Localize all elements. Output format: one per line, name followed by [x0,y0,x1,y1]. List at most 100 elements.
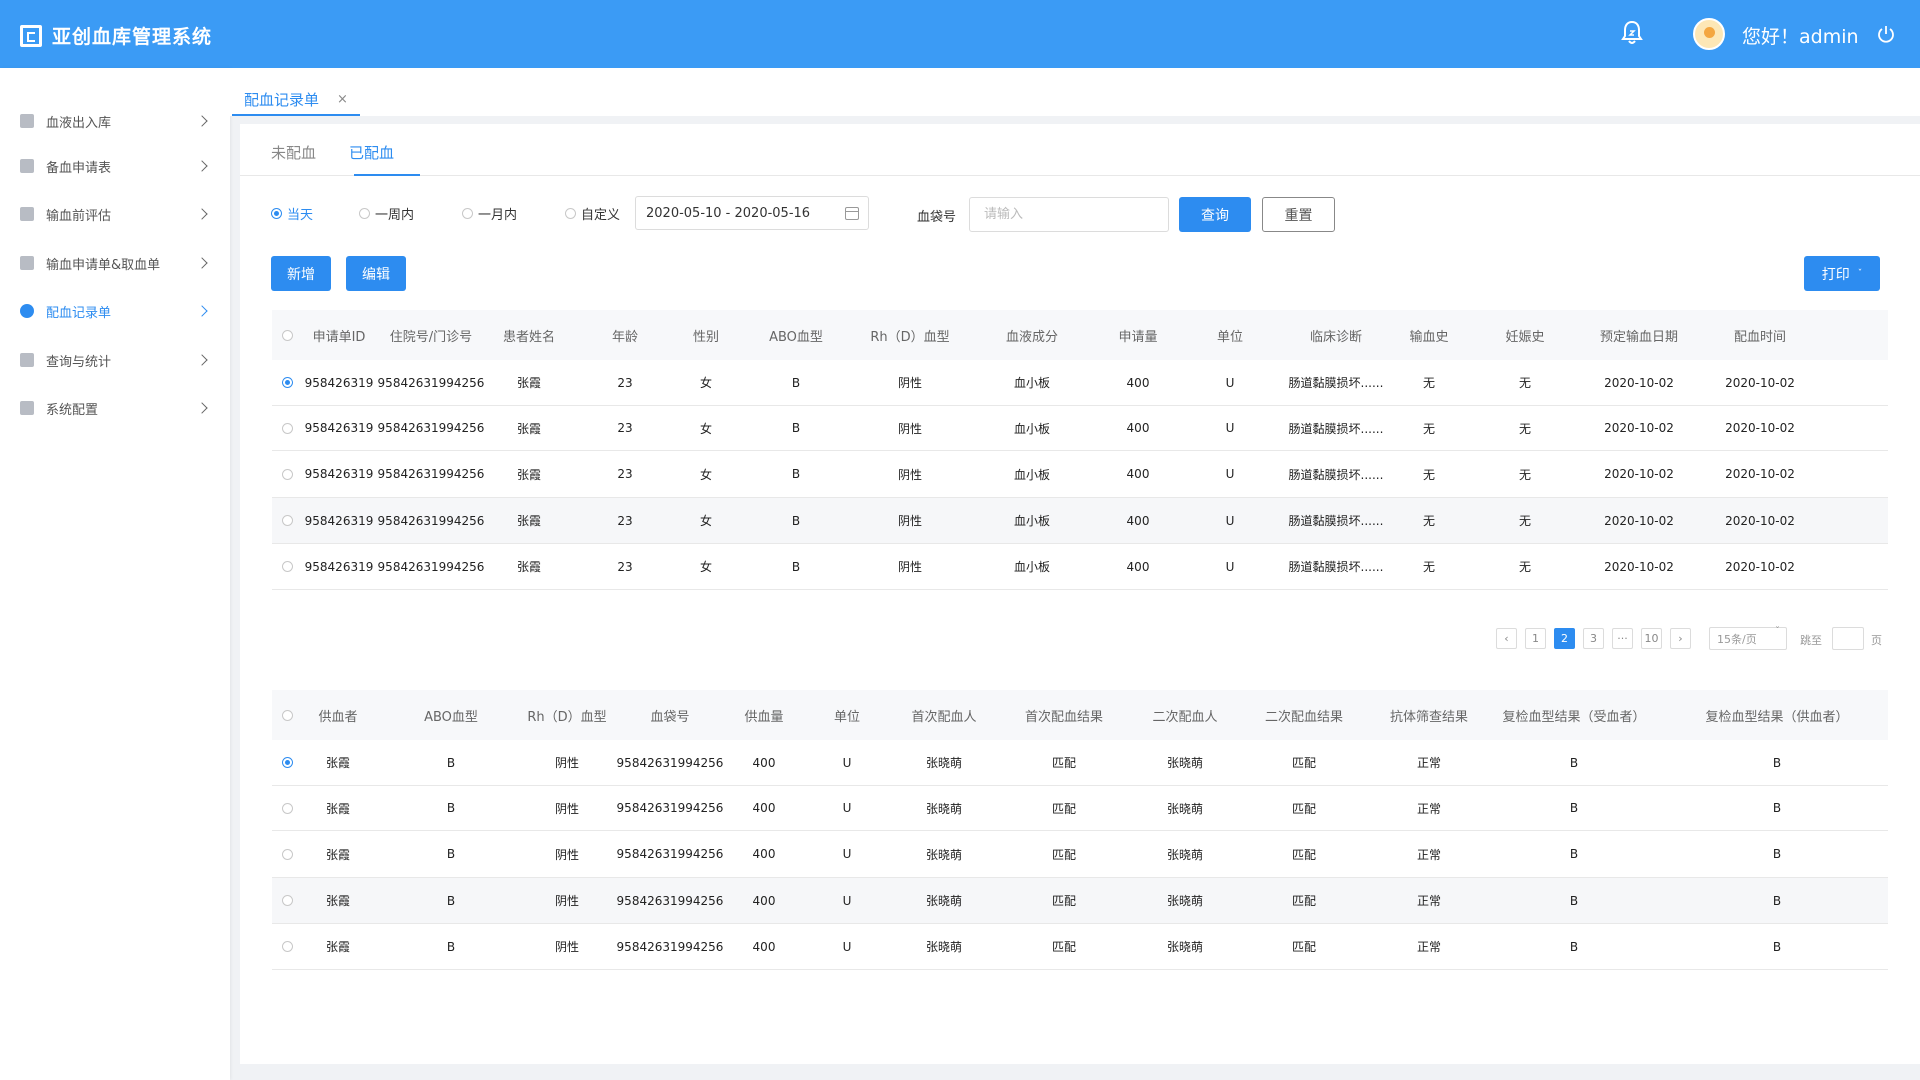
radio-week[interactable]: 一周内 [359,204,414,223]
table-cell: 正常 [1416,894,1441,908]
radio-custom[interactable]: 自定义 [565,204,620,223]
print-label: 打印 [1821,266,1850,283]
page-1-button[interactable]: 1 [1525,628,1546,649]
chevron-right-icon [196,208,208,220]
page-10-button[interactable]: 10 [1641,628,1662,649]
table-cell: 2020-10-02 [1604,559,1674,574]
bag-number-label: 血袋号 [917,210,957,225]
sidebar-item-prep-request[interactable]: 备血申请表 [0,146,230,186]
chevron-right-icon [196,115,208,127]
column-header[interactable]: 抗体筛查结果 [1359,690,1499,740]
logo-icon [20,24,42,47]
table-cell: 2020-10-02 [1725,375,1795,390]
page-2-button[interactable]: 2 [1554,628,1575,649]
column-header[interactable]: 预定输血日期 [1569,310,1709,360]
table-cell: B [1772,801,1782,815]
radio-today[interactable]: 当天 [271,204,313,223]
request-table: 申请单ID 住院号/门诊号 患者姓名 年龄 性别 ABO血型 Rh（D）血型 血液成分 申请量单… [272,310,1888,596]
chevron-down-icon: ˇ [1775,626,1780,637]
close-icon[interactable]: × [337,92,348,107]
radio-dot [462,208,473,219]
column-header[interactable]: 复检血型结果（受血者） [1503,690,1646,740]
table-cell: 2020-10-02 [1604,513,1674,528]
table-row[interactable]: 958426319 95842631994256 张霞 23 女 B 阴性 血小板 400 U 肠道… [272,498,1888,544]
table-row[interactable]: 张霞 B 阴性 95842631994256 400 U 张晓萌 匹配 张晓萌 匹配 正常 B B [272,740,1888,786]
add-button[interactable]: 新增 [271,256,331,291]
table-cell: 正常 [1416,801,1441,816]
chevron-right-icon [196,305,208,317]
table-cell: 2020-10-02 [1604,375,1674,390]
page-suffix: 页 [1871,634,1882,647]
radio-dot [565,208,576,219]
top-header: 亚创血库管理系统 您好！admin [0,0,1920,68]
table-row[interactable]: 张霞 B 阴性 95842631994256 400 U 张晓萌 匹配 张晓萌 匹配 正常 B B [272,786,1888,831]
page-tab-crossmatch[interactable]: 配血记录单 × [232,85,360,116]
sidebar-item-label: 查询与统计 [46,354,112,370]
sidebar-item-label: 备血申请表 [46,160,112,176]
table-cell: 匹配 [1291,756,1316,770]
table-cell: 匹配 [1051,847,1076,862]
sidebar-item-system-config[interactable]: 系统配置 [0,388,230,428]
bag-number-input[interactable] [969,197,1169,232]
table-cell: 阴性 [897,467,922,482]
bell-icon[interactable] [1620,20,1644,46]
sidebar-item-pre-assessment[interactable]: 输血前评估 [0,194,230,234]
radio-month[interactable]: 一月内 [462,204,517,223]
print-button[interactable]: 打印 ˇ [1804,256,1880,291]
radio-label: 当天 [287,208,314,223]
edit-button[interactable]: 编辑 [346,256,406,291]
table-row[interactable]: 张霞 B 阴性 95842631994256 400 U 张晓萌 匹配 张晓萌 匹配 正常 B B [272,924,1888,970]
query-button[interactable]: 查询 [1179,197,1251,232]
table-cell: 匹配 [1051,894,1076,908]
column-header[interactable]: 二次配血结果 [1234,690,1374,740]
column-header[interactable]: Rh（D）血型 [840,310,980,360]
table-row[interactable]: 958426319 95842631994256 张霞 23 女 B 阴性 血小板 400 U 肠道… [272,544,1888,590]
sidebar-item-crossmatch-records[interactable]: 配血记录单 [0,291,230,331]
table-row[interactable]: 张霞 B 阴性 95842631994256 400 U 张晓萌 匹配 张晓萌 匹配 正常 B B [272,878,1888,924]
tab-matched[interactable]: 已配血 [349,142,394,163]
sidebar-item-query-stats[interactable]: 查询与统计 [0,340,230,380]
sidebar-item-transfusion-request[interactable]: 输血申请单&取血单 [0,243,230,283]
crossmatch-table-header: 供血者 ABO血型 Rh（D）血型 血袋号 供血量 单位 首次配血人 首次配血结果 二次配血人二… [272,690,1888,740]
date-range-picker[interactable]: 2020-05-10 - 2020-05-16 [635,196,869,230]
avatar[interactable] [1693,18,1725,50]
page-ellipsis[interactable]: ··· [1612,628,1633,649]
active-tab-indicator [354,174,420,176]
table-cell: 匹配 [1291,894,1316,908]
page-size-select[interactable]: 15条/页 ˇ [1709,626,1787,650]
column-header[interactable]: 首次配血结果 [994,690,1134,740]
reset-button[interactable]: 重置 [1262,197,1335,232]
sidebar-item-label: 系统配置 [46,402,99,418]
next-page-button[interactable]: › [1670,628,1691,649]
table-cell: B [1569,893,1579,908]
greeting-text: 您好！admin [1742,26,1859,48]
page-3-button[interactable]: 3 [1583,628,1604,649]
table-row[interactable]: 958426319 95842631994256 张霞 23 女 B 阴性 血小板 400 U 肠道… [272,406,1888,451]
table-cell: B [1772,755,1782,770]
table-cell: 正常 [1416,756,1441,770]
sidebar-item-blood-inout[interactable]: 血液出入库 [0,101,230,141]
table-row[interactable]: 958426319 95842631994256 张霞 23 女 B 阴性 血小板 400 U 肠道… [272,360,1888,406]
prev-page-button[interactable]: ‹ [1496,628,1517,649]
table-cell: 张晓萌 [925,940,962,954]
table-cell: 2020-10-02 [1725,421,1795,435]
chevron-right-icon [196,402,208,414]
tab-unmatched[interactable]: 未配血 [271,142,316,163]
column-header[interactable]: 配血时间 [1690,310,1830,360]
chevron-right-icon [196,257,208,269]
subtab-bar: 未配血 已配血 [240,124,1920,176]
table-cell: 2020-10-02 [1725,467,1795,481]
jump-input[interactable] [1832,627,1864,650]
table-cell: 阴性 [897,560,922,574]
calendar-icon [845,207,859,220]
column-header[interactable]: 首次配血人 [874,690,1014,740]
power-icon[interactable] [1876,24,1896,44]
table-cell: 阴性 [897,514,922,528]
column-header[interactable]: 复检血型结果（供血者） [1706,690,1849,740]
table-cell: 2020-10-02 [1725,559,1795,574]
table-row[interactable]: 958426319 95842631994256 张霞 23 女 B 阴性 血小板 400 U 肠道… [272,451,1888,498]
sidebar: 血液出入库 备血申请表 输血前评估 输血申请单&取血单 配血记录单 查询与统计 … [0,68,230,1080]
table-cell: 阴性 [897,376,922,390]
table-row[interactable]: 张霞 B 阴性 95842631994256 400 U 张晓萌 匹配 张晓萌 匹配 正常 B B [272,831,1888,878]
app-logo[interactable]: 亚创血库管理系统 [20,22,212,49]
